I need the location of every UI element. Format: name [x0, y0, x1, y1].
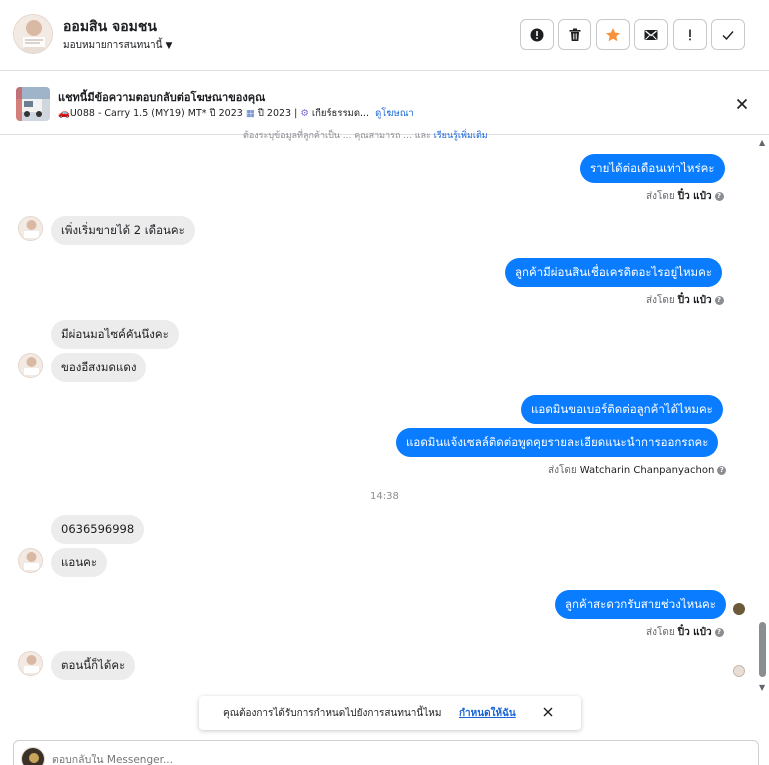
gear-icon: ⚙	[300, 108, 309, 119]
seen-avatar-icon	[733, 665, 745, 677]
contact-avatar-small[interactable]	[18, 216, 43, 241]
scroll-up-icon[interactable]: ▲	[759, 138, 765, 147]
scroll-down-icon[interactable]: ▼	[759, 683, 765, 692]
view-ad-link[interactable]: ดูโฆษณา	[375, 108, 414, 119]
message-bubble-incoming[interactable]: เพิ่งเริ่มขายได้ 2 เดือนคะ	[51, 216, 195, 245]
sender-name: ปิ๋ว แป๋ว	[677, 191, 712, 202]
mark-unread-icon	[643, 27, 659, 43]
message-bubble-incoming[interactable]: ของอีสงมดแดง	[51, 353, 147, 382]
message-bubble-incoming[interactable]: มีผ่อนมอไซค์คันนึงคะ	[51, 320, 179, 349]
message-bubble-incoming[interactable]: แอนคะ	[51, 548, 108, 577]
sent-by-prefix: ส่งโดย	[646, 627, 675, 638]
conversation-header: ออมสิน จอมชน มอบหมายการสนทนานี้ ▼	[0, 0, 769, 71]
assign-dropdown[interactable]: มอบหมายการสนทนานี้ ▼	[63, 38, 172, 53]
ad-thumbnail[interactable]	[16, 87, 50, 121]
contact-name[interactable]: ออมสิน จอมชน	[63, 16, 157, 38]
sent-by-prefix: ส่งโดย	[646, 295, 675, 306]
message-bubble-outgoing[interactable]: แอดมินแจ้งเซลล์ติดต่อพูดคุยรายละเอียดแนะ…	[396, 428, 719, 457]
ad-details: 🚗U088 - Carry 1.5 (MY19) MT* ปี 2023 ▦ ป…	[58, 106, 414, 121]
ad-year: ปี 2023 |	[257, 108, 298, 119]
trash-icon	[567, 27, 583, 43]
message-bubble-outgoing[interactable]: รายได้ต่อเดือนเท่าไหร่คะ	[580, 154, 725, 183]
ad-model: U088 - Carry 1.5 (MY19) MT* ปี 2023	[69, 108, 243, 119]
message-bubble-incoming[interactable]: ตอนนี้ก็ได้คะ	[51, 651, 136, 680]
sender-name: ปิ๋ว แป๋ว	[677, 627, 712, 638]
truncated-notice-text: ต้องระบุข้อมูลที่ลูกค้าเป็น ... คุณสามาร…	[243, 131, 431, 141]
message-bubble-outgoing[interactable]: แอดมินขอเบอร์ติดต่อลูกค้าได้ไหมคะ	[521, 395, 723, 424]
sent-by-label: ส่งโดย ปิ๋ว แป๋ว ?	[646, 293, 724, 308]
contact-avatar[interactable]	[13, 14, 53, 54]
help-icon[interactable]: ?	[714, 192, 724, 201]
close-ad-banner-button[interactable]	[732, 94, 752, 114]
message-bubble-incoming[interactable]: 0636596998	[51, 515, 145, 544]
message-timestamp: 14:38	[370, 491, 399, 502]
star-icon	[605, 27, 621, 43]
contact-avatar-small[interactable]	[18, 353, 43, 378]
page-avatar	[21, 747, 45, 765]
assign-prompt-text: คุณต้องการได้รับการกำหนดไปยังการสนทนานี้…	[223, 708, 442, 719]
mark-unread-button[interactable]	[634, 19, 668, 50]
sent-by-prefix: ส่งโดย	[548, 465, 577, 476]
close-icon	[543, 707, 553, 720]
message-bubble-outgoing[interactable]: ลูกค้าสะดวกรับสายช่วงไหนคะ	[555, 590, 726, 619]
contact-avatar-small[interactable]	[18, 548, 43, 573]
close-icon	[736, 95, 748, 114]
help-icon[interactable]: ?	[714, 628, 724, 637]
scrollbar-thumb[interactable]	[759, 622, 766, 677]
truncated-notice: ต้องระบุข้อมูลที่ลูกค้าเป็น ... คุณสามาร…	[243, 128, 488, 142]
contact-avatar-small[interactable]	[18, 651, 43, 676]
sent-by-label: ส่งโดย ปิ๋ว แป๋ว ?	[646, 625, 724, 640]
mark-done-button[interactable]	[711, 19, 745, 50]
sent-by-label: ส่งโดย ปิ๋ว แป๋ว ?	[646, 189, 724, 204]
reply-input[interactable]	[52, 754, 732, 765]
help-icon[interactable]: ?	[717, 466, 727, 475]
sent-by-label: ส่งโดย Watcharin Chanpanyachon ?	[548, 463, 727, 478]
alert-icon	[529, 27, 545, 43]
close-toast-button[interactable]	[540, 705, 556, 721]
message-bubble-outgoing[interactable]: ลูกค้ามีผ่อนสินเชื่อเครดิตอะไรอยู่ไหมคะ	[505, 258, 723, 287]
follow-up-button[interactable]	[673, 19, 707, 50]
ad-transmission: เกียร์ธรรมด...	[311, 108, 370, 119]
car-icon: 🚗	[58, 108, 70, 119]
calendar-icon: ▦	[245, 108, 255, 119]
seen-avatar-icon	[733, 603, 745, 615]
ad-banner-title: แชทนี้มีข้อความตอบกลับต่อโฆษณาของคุณ	[58, 91, 266, 104]
scrollbar[interactable]	[757, 138, 767, 694]
assign-prompt-toast: คุณต้องการได้รับการกำหนดไปยังการสนทนานี้…	[199, 696, 581, 730]
sender-name: Watcharin Chanpanyachon	[579, 465, 715, 476]
delete-button[interactable]	[558, 19, 591, 50]
exclamation-icon	[682, 27, 698, 43]
assign-label: มอบหมายการสนทนานี้	[63, 40, 163, 51]
caret-down-icon: ▼	[165, 40, 173, 51]
spam-button[interactable]	[520, 19, 554, 50]
help-icon[interactable]: ?	[714, 296, 724, 305]
assign-to-me-link[interactable]: กำหนดให้ฉัน	[459, 706, 516, 721]
sender-name: ปิ๋ว แป๋ว	[677, 295, 712, 306]
learn-more-link[interactable]: เรียนรู้เพิ่มเติม	[434, 131, 488, 141]
sent-by-prefix: ส่งโดย	[646, 191, 675, 202]
star-button[interactable]	[596, 19, 630, 50]
check-icon	[720, 27, 736, 43]
